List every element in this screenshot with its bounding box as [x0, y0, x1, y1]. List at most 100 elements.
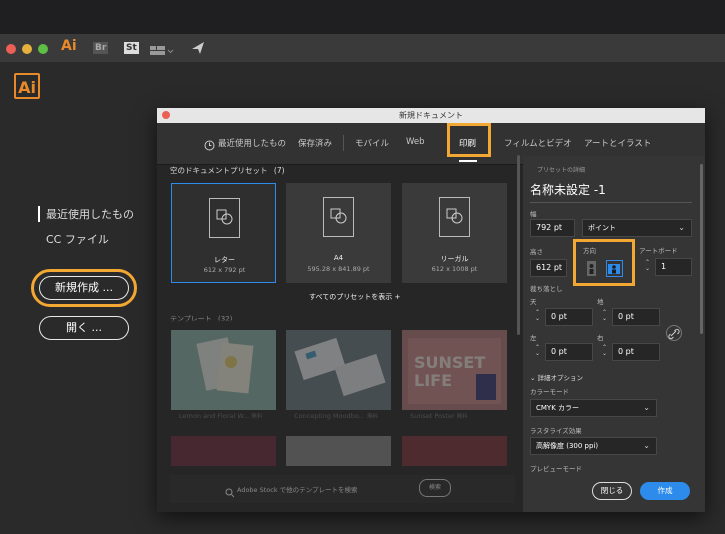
- details-scrollbar[interactable]: [700, 164, 703, 334]
- template-thumb-lemon[interactable]: [171, 330, 276, 410]
- tab-art-illustration[interactable]: アートとイラスト: [584, 137, 651, 149]
- name-underline: [530, 202, 692, 203]
- left-stepper[interactable]: ⌃ ⌄: [535, 345, 540, 357]
- templates-heading: テンプレート (32): [170, 314, 232, 324]
- window-close-button[interactable]: [6, 44, 16, 54]
- top-stepper[interactable]: ⌃ ⌄: [535, 310, 540, 322]
- presets-heading-text: 空のドキュメントプリセット: [170, 166, 268, 175]
- presets-scrollbar[interactable]: [517, 155, 520, 335]
- dialog-close-button[interactable]: [162, 111, 170, 119]
- tab-recent[interactable]: 最近使用したもの: [218, 137, 286, 149]
- close-button[interactable]: 閉じる: [592, 482, 632, 500]
- search-icon: [225, 483, 235, 502]
- send-icon[interactable]: [191, 40, 205, 59]
- create-button[interactable]: 作成: [640, 482, 690, 500]
- details-section-label: プリセットの詳細: [537, 167, 586, 174]
- illustrator-app-icon[interactable]: Ai: [61, 38, 77, 54]
- link-bleed-button[interactable]: [666, 325, 682, 341]
- right-stepper[interactable]: ⌃ ⌄: [602, 345, 607, 357]
- tab-divider: [343, 135, 344, 151]
- preset-size: 612 x 1008 pt: [431, 265, 478, 273]
- width-input[interactable]: 792 pt: [530, 219, 575, 237]
- height-label: 高さ: [530, 248, 543, 256]
- chevron-down-icon: ⌄: [643, 441, 650, 450]
- active-tab-indicator: [459, 160, 477, 162]
- raster-effects-select[interactable]: 高解像度 (300 ppi) ⌄: [530, 437, 657, 455]
- tab-saved[interactable]: 保存済み: [298, 137, 332, 149]
- bleed-label: 裁ち落とし: [530, 285, 563, 293]
- template-thumb-row2-3[interactable]: [402, 436, 507, 466]
- color-mode-value: CMYK カラー: [536, 404, 580, 412]
- tab-mobile[interactable]: モバイル: [355, 137, 389, 149]
- free-badge: 無料: [366, 414, 378, 420]
- document-icon: [323, 197, 354, 237]
- preset-card-letter[interactable]: レター 612 x 792 pt: [171, 183, 276, 283]
- chevron-down-icon: ⌄: [643, 403, 650, 412]
- tab-film-video[interactable]: フィルムとビデオ: [504, 137, 572, 149]
- bottom-stepper[interactable]: ⌃ ⌄: [602, 310, 607, 322]
- new-document-dialog: 新規ドキュメント 最近使用したもの 保存済み モバイル Web 印刷 フィルムと…: [157, 108, 705, 512]
- top-bleed-input[interactable]: 0 pt: [545, 308, 593, 326]
- templates-heading-text: テンプレート: [170, 315, 212, 323]
- templates-count: (32): [218, 315, 233, 323]
- artboard-input[interactable]: 1: [655, 258, 692, 276]
- raster-effects-label: ラスタライズ効果: [530, 427, 582, 435]
- template-caption: Concepting Moodbo... 無料: [294, 412, 378, 420]
- left-bleed-input[interactable]: 0 pt: [545, 343, 593, 361]
- view-all-presets-link[interactable]: すべてのプリセットを表示 +: [309, 292, 400, 302]
- orientation-highlight: [573, 239, 635, 286]
- raster-effects-value: 高解像度 (300 ppi): [536, 442, 599, 450]
- color-mode-select[interactable]: CMYK カラー ⌄: [530, 399, 657, 417]
- chevron-down-icon: ⌄: [678, 223, 685, 232]
- app-bar: [0, 34, 725, 62]
- top-bar: [0, 0, 725, 34]
- advanced-options-toggle[interactable]: ⌄ 詳細オプション: [530, 372, 583, 382]
- template-name: Lemon and Floral W...: [179, 412, 250, 420]
- window-minimize-button[interactable]: [22, 44, 32, 54]
- workspace-switcher-icon[interactable]: [150, 42, 174, 61]
- preset-size: 595.28 x 841.89 pt: [307, 265, 370, 273]
- home-nav: 最近使用したもの CC ファイル: [38, 206, 168, 256]
- left-label: 左: [530, 334, 537, 342]
- ai-logo: Ai: [14, 73, 40, 99]
- template-thumb-sunset[interactable]: SUNSET LIFE: [402, 330, 507, 410]
- preset-card-legal[interactable]: リーガル 612 x 1008 pt: [402, 183, 507, 283]
- preset-card-a4[interactable]: A4 595.28 x 841.89 pt: [286, 183, 391, 283]
- template-caption: Lemon and Floral W... 無料: [179, 412, 262, 420]
- home-nav-recent[interactable]: 最近使用したもの: [38, 206, 168, 222]
- height-input[interactable]: 612 pt: [530, 259, 567, 277]
- bottom-label: 地: [597, 298, 604, 306]
- home-nav-cc-files[interactable]: CC ファイル: [38, 231, 168, 247]
- template-thumb-row2-1[interactable]: [171, 436, 276, 466]
- right-bleed-input[interactable]: 0 pt: [612, 343, 660, 361]
- template-thumb-moodboard[interactable]: [286, 330, 391, 410]
- preset-name: レター: [214, 256, 235, 264]
- color-mode-label: カラーモード: [530, 388, 569, 396]
- new-document-button[interactable]: 新規作成 ...: [39, 276, 129, 300]
- preview-mode-label: プレビューモード: [530, 465, 582, 473]
- tab-web[interactable]: Web: [406, 137, 425, 147]
- width-label: 幅: [530, 210, 537, 218]
- artboard-stepper[interactable]: ⌃ ⌄: [645, 260, 650, 272]
- free-badge: 無料: [251, 414, 263, 420]
- stock-search-button[interactable]: 検索: [419, 479, 451, 497]
- template-thumb-row2-2[interactable]: [286, 436, 391, 466]
- document-icon: [209, 198, 240, 238]
- stock-search-input[interactable]: Adobe Stock で他のテンプレートを検索: [237, 484, 358, 494]
- unit-select-value: ポイント: [588, 224, 616, 232]
- window-zoom-button[interactable]: [38, 44, 48, 54]
- preset-name: リーガル: [440, 255, 469, 263]
- open-button[interactable]: 開く ...: [39, 316, 129, 340]
- bottom-bleed-input[interactable]: 0 pt: [612, 308, 660, 326]
- sunset-title: SUNSET: [414, 353, 485, 372]
- template-name: Sunset Poster: [410, 412, 455, 420]
- bridge-app-icon[interactable]: Br: [93, 42, 109, 54]
- top-label: 天: [530, 298, 537, 306]
- document-name-field[interactable]: 名称未設定 -1: [530, 181, 606, 198]
- link-icon: [668, 328, 680, 340]
- stock-app-icon[interactable]: St: [124, 42, 139, 54]
- print-tab-highlight: [447, 123, 491, 157]
- document-icon: [439, 197, 470, 237]
- unit-select[interactable]: ポイント ⌄: [582, 219, 692, 237]
- presets-heading: 空のドキュメントプリセット (7): [170, 165, 285, 176]
